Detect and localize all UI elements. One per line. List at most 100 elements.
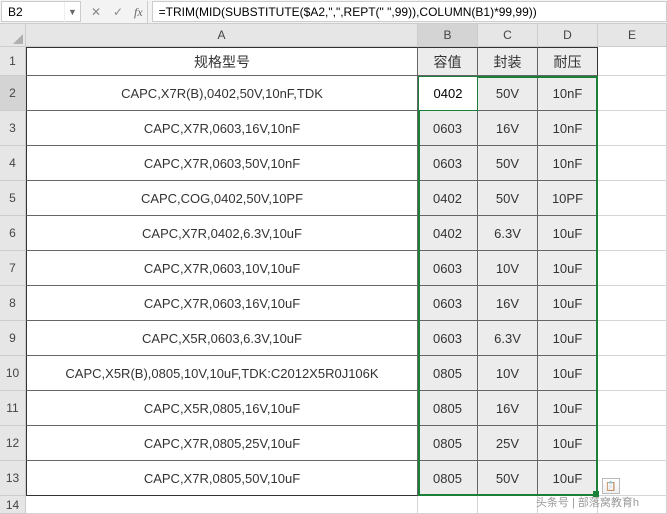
cell-D[interactable]: 10uF [538,321,598,356]
cell-E[interactable] [598,286,667,321]
cell-B[interactable]: 0603 [418,251,478,286]
cell-D[interactable]: 10uF [538,461,598,496]
cell-D[interactable]: 10nF [538,111,598,146]
name-box-value[interactable]: B2 [2,5,64,19]
cell-E[interactable] [598,321,667,356]
row-header[interactable]: 4 [0,146,26,181]
cell-E[interactable] [598,181,667,216]
cell-B[interactable]: 0805 [418,426,478,461]
cell-C[interactable]: 16V [478,391,538,426]
cell-B[interactable]: 0805 [418,356,478,391]
cell-C[interactable]: 16V [478,111,538,146]
row-header[interactable]: 6 [0,216,26,251]
cell-C[interactable]: 6.3V [478,321,538,356]
cell-A[interactable]: CAPC,X5R(B),0805,10V,10uF,TDK:C2012X5R0J… [26,356,418,391]
cell-E[interactable] [598,391,667,426]
cell-E[interactable] [598,76,667,111]
cell-B[interactable]: 0402 [418,181,478,216]
cell-B[interactable]: 0805 [418,461,478,496]
cell-E[interactable] [598,47,667,76]
col-header-B[interactable]: B [418,24,478,46]
row-header[interactable]: 2 [0,76,26,111]
cell-D[interactable]: 耐压 [538,47,598,76]
row-header[interactable]: 5 [0,181,26,216]
table-row: 1规格型号容值封装耐压 [0,47,667,76]
cell-A[interactable]: CAPC,X7R,0603,10V,10uF [26,251,418,286]
cell-C[interactable]: 50V [478,181,538,216]
fx-icon[interactable]: fx [130,1,148,23]
row-header[interactable]: 14 [0,496,26,514]
col-header-D[interactable]: D [538,24,598,46]
name-box[interactable]: B2 ▼ [1,1,81,22]
cell-E[interactable] [598,426,667,461]
row-header[interactable]: 10 [0,356,26,391]
enter-icon[interactable]: ✓ [108,1,128,23]
cell-C[interactable]: 25V [478,426,538,461]
cell-B[interactable]: 0603 [418,286,478,321]
cell-D[interactable]: 10uF [538,426,598,461]
cell-A[interactable] [26,496,418,514]
cell-C[interactable]: 封装 [478,47,538,76]
row-header[interactable]: 12 [0,426,26,461]
cell-D[interactable]: 10nF [538,76,598,111]
paste-options-icon[interactable]: 📋 [602,478,620,494]
cell-D[interactable]: 10PF [538,181,598,216]
col-header-A[interactable]: A [26,24,418,46]
row-header[interactable]: 7 [0,251,26,286]
row-header[interactable]: 13 [0,461,26,496]
row-header[interactable]: 8 [0,286,26,321]
cell-C[interactable]: 50V [478,76,538,111]
cell-B[interactable]: 0603 [418,321,478,356]
cell-D[interactable]: 10uF [538,391,598,426]
cell-A[interactable]: CAPC,X7R,0603,50V,10nF [26,146,418,181]
cell-C[interactable]: 50V [478,461,538,496]
table-row: 6CAPC,X7R,0402,6.3V,10uF04026.3V10uF [0,216,667,251]
cell-A[interactable]: CAPC,X5R,0805,16V,10uF [26,391,418,426]
cell-E[interactable] [598,111,667,146]
table-row: 11CAPC,X5R,0805,16V,10uF080516V10uF [0,391,667,426]
cancel-icon[interactable]: ✕ [86,1,106,23]
cell-C[interactable]: 6.3V [478,216,538,251]
rows-area: 1规格型号容值封装耐压2CAPC,X7R(B),0402,50V,10nF,TD… [0,47,667,514]
column-headers: A B C D E [26,24,667,47]
cell-E[interactable] [598,251,667,286]
cell-D[interactable]: 10uF [538,251,598,286]
cell-A[interactable]: CAPC,X7R,0603,16V,10nF [26,111,418,146]
row-header[interactable]: 3 [0,111,26,146]
formula-input[interactable]: =TRIM(MID(SUBSTITUTE($A2,",",REPT(" ",99… [152,1,667,22]
row-header[interactable]: 1 [0,47,26,76]
cell-B[interactable]: 0805 [418,391,478,426]
cell-C[interactable]: 10V [478,356,538,391]
cell-D[interactable]: 10uF [538,216,598,251]
col-header-E[interactable]: E [598,24,667,46]
cell-E[interactable] [598,146,667,181]
cell-C[interactable]: 50V [478,146,538,181]
cell-B[interactable]: 0603 [418,146,478,181]
cell-A[interactable]: 规格型号 [26,47,418,76]
cell-B[interactable]: 0402 [418,216,478,251]
cell-A[interactable]: CAPC,X7R(B),0402,50V,10nF,TDK [26,76,418,111]
col-header-C[interactable]: C [478,24,538,46]
cell-B[interactable]: 0603 [418,111,478,146]
cell-A[interactable]: CAPC,X7R,0402,6.3V,10uF [26,216,418,251]
cell-C[interactable] [478,496,538,514]
cell-A[interactable]: CAPC,X7R,0805,50V,10uF [26,461,418,496]
cell-B[interactable]: 容值 [418,47,478,76]
cell-A[interactable]: CAPC,COG,0402,50V,10PF [26,181,418,216]
cell-A[interactable]: CAPC,X7R,0805,25V,10uF [26,426,418,461]
cell-E[interactable] [598,216,667,251]
row-header[interactable]: 9 [0,321,26,356]
cell-A[interactable]: CAPC,X7R,0603,16V,10uF [26,286,418,321]
name-box-dropdown-icon[interactable]: ▼ [64,2,80,22]
select-all-corner[interactable] [0,24,26,47]
cell-A[interactable]: CAPC,X5R,0603,6.3V,10uF [26,321,418,356]
cell-D[interactable]: 10nF [538,146,598,181]
cell-D[interactable]: 10uF [538,356,598,391]
cell-B[interactable] [418,496,478,514]
cell-C[interactable]: 16V [478,286,538,321]
cell-B[interactable]: 0402 [418,76,478,111]
cell-E[interactable] [598,356,667,391]
row-header[interactable]: 11 [0,391,26,426]
cell-C[interactable]: 10V [478,251,538,286]
cell-D[interactable]: 10uF [538,286,598,321]
